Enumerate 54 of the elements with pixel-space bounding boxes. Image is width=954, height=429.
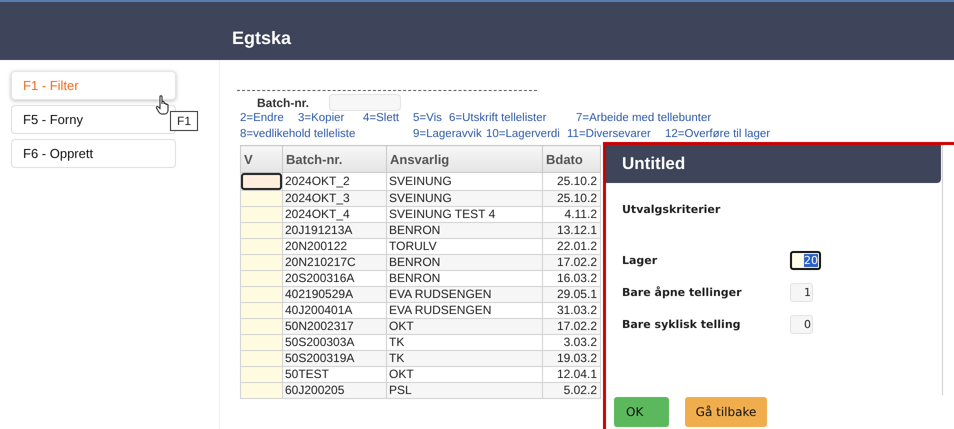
table-cell: SVEINUNG [386,190,542,206]
batch-input-field[interactable] [329,94,402,111]
table-cell: EVA RUDSENGEN [386,286,542,302]
column-header: Batch-nr. [282,146,386,172]
table-cell: TK [386,350,542,366]
table-cell: 17.02.2 [542,254,600,270]
table-cell: 25.10.2 [542,190,600,206]
table-cell: OKT [386,318,542,334]
table-cell: 17.02.2 [542,318,600,334]
table-cell: 20N210217C [282,254,386,270]
column-header: Ansvarlig [386,146,542,172]
field-label: Lager [622,254,658,266]
dialog-title: Untitled [622,154,686,174]
command-option: 6=Utskrift tellelister [449,112,546,125]
command-option: 11=Diversevarer [567,128,651,141]
command-option: 12=Overføre til lager [665,128,770,141]
table-cell: 19.03.2 [542,350,600,366]
command-option: 8=vedlikehold telleliste [240,128,356,141]
function-key-button[interactable]: F6 - Opprett [11,139,176,168]
table-cell: 50S200319A [282,350,386,366]
field-label: Bare syklisk telling [622,318,742,330]
table-cell: 5.02.2 [542,382,600,398]
input-field[interactable]: 0 [790,314,813,334]
tooltip: F1 [170,111,198,131]
field-label: Bare åpne tellinger [622,286,743,298]
hand-cursor-icon [155,95,171,115]
input-field[interactable]: 20 [790,250,821,270]
table-cell: 2024OKT_3 [282,190,386,206]
table-cell: PSL [386,382,542,398]
table-cell: BENRON [386,222,542,238]
input-field[interactable]: 1 [790,282,813,302]
command-option: 2=Endre [240,112,284,125]
select-input-field[interactable] [241,173,282,190]
table-cell: 13.12.1 [542,222,600,238]
table-cell: 60J200205 [282,382,386,398]
command-option: 10=Lagerverdi [486,128,560,141]
column-header: Bdato [542,146,600,172]
command-option: 3=Kopier [298,112,344,125]
column-header: V [240,146,282,172]
app-title: Egtska [232,28,292,48]
command-option: 5=Vis [413,112,442,125]
table-cell: 20J191213A [282,222,386,238]
table-cell: 29.05.1 [542,286,600,302]
ok-button[interactable]: OK [614,397,669,427]
table-cell: BENRON [386,254,542,270]
table-cell: 50N2002317 [282,318,386,334]
command-option: 4=Slett [363,112,400,125]
function-key-button[interactable]: F5 - Forny [11,105,176,134]
table-cell: 402190529A [282,286,386,302]
section-heading: Utvalgskriterier [622,203,722,216]
command-option: 9=Lageravvik [413,128,482,141]
back-button[interactable]: Gå tilbake [685,397,767,427]
field-label: Batch-nr. [257,96,310,110]
command-option: 7=Arbeide med tellebunter [576,112,712,125]
